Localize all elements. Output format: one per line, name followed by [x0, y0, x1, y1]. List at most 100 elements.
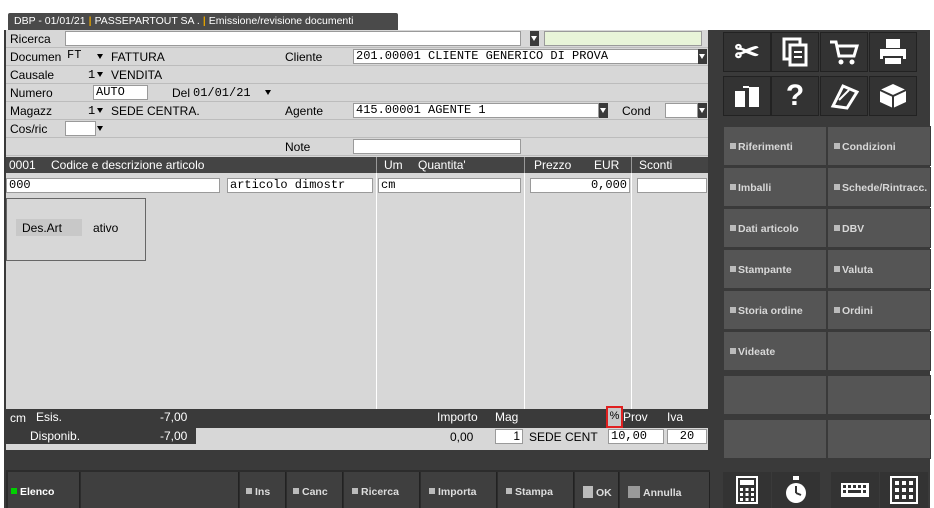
empty-side-slot	[827, 331, 931, 371]
status-iva-value[interactable]: 20	[667, 429, 707, 444]
status-mag-value[interactable]: 1	[495, 429, 523, 444]
empty-side-slot	[827, 419, 931, 459]
importa-label: Importa	[438, 486, 477, 498]
grid-column-line	[524, 173, 525, 409]
dbv-label: DBV	[842, 223, 865, 235]
row-code-input[interactable]: 000	[6, 178, 220, 193]
help-icon[interactable]: ?	[771, 76, 819, 116]
package-box-icon[interactable]	[869, 76, 917, 116]
ricerca-input[interactable]	[65, 31, 521, 46]
row-divider	[6, 83, 708, 84]
ricerca-dropdown-icon[interactable]	[530, 31, 539, 46]
valuta-button[interactable]: Valuta	[827, 249, 931, 289]
del-dropdown-icon[interactable]	[264, 85, 273, 100]
shopping-cart-icon[interactable]	[820, 32, 868, 72]
window-tab[interactable]: DBP - 01/01/21 | PASSEPARTOUT SA . | Emissio…	[8, 13, 398, 30]
importa-button[interactable]: Importa	[421, 472, 497, 508]
stampante-button[interactable]: Stampante	[723, 249, 827, 289]
cond-dropdown-icon[interactable]	[698, 103, 707, 118]
dbv-button[interactable]: DBV	[827, 208, 931, 248]
tab-date: DBP - 01/01/21	[14, 15, 86, 27]
agente-input[interactable]: 415.00001 AGENTE 1	[353, 103, 599, 118]
header-divider	[376, 157, 377, 173]
condizioni-label: Condizioni	[842, 141, 896, 153]
cond-input[interactable]	[665, 103, 698, 118]
calculator-icon[interactable]	[723, 472, 771, 508]
status-esis-value: -7,00	[160, 410, 188, 424]
documento-desc: FATTURA	[111, 50, 165, 64]
row-desc-input[interactable]: articolo dimostr	[227, 178, 373, 193]
canc-button[interactable]: Canc	[287, 472, 343, 508]
magazz-dropdown-icon[interactable]	[96, 103, 105, 118]
note-input[interactable]	[353, 139, 521, 154]
ordini-button[interactable]: Ordini	[827, 290, 931, 330]
cosric-input[interactable]	[65, 121, 96, 136]
status-iva-label: Iva	[667, 410, 684, 424]
empty-side-slot	[827, 375, 931, 415]
ok-button[interactable]: OK	[575, 472, 619, 508]
condizioni-button[interactable]: Condizioni	[827, 126, 931, 166]
documento-dropdown-icon[interactable]	[96, 49, 105, 64]
keyboard-icon[interactable]	[831, 472, 879, 508]
imballi-button[interactable]: Imballi	[723, 167, 827, 207]
ins-button[interactable]: Ins	[240, 472, 286, 508]
imballi-label: Imballi	[738, 182, 772, 194]
riferimenti-button[interactable]: Riferimenti	[723, 126, 827, 166]
numero-input[interactable]: AUTO	[93, 85, 148, 100]
ok-label: OK	[596, 487, 612, 499]
split-screen-icon[interactable]	[723, 76, 771, 116]
copy-document-icon[interactable]	[771, 32, 819, 72]
cosric-dropdown-icon[interactable]	[96, 121, 105, 136]
edit-pencil-icon[interactable]	[820, 76, 868, 116]
documento-code[interactable]: FT	[65, 49, 95, 64]
col-desc-header: Codice e descrizione articolo	[51, 158, 205, 172]
printer-icon[interactable]	[869, 32, 917, 72]
empty-side-slot	[723, 419, 827, 459]
row-divider	[6, 65, 708, 66]
storia-ordine-button[interactable]: Storia ordine	[723, 290, 827, 330]
annulla-button[interactable]: Annulla	[620, 472, 710, 508]
popup-value: ativo	[93, 221, 119, 235]
videate-button[interactable]: Videate	[723, 331, 827, 371]
ricerca-extra-field[interactable]	[544, 31, 702, 46]
stampa-label: Stampa	[515, 486, 553, 498]
del-date[interactable]: 01/01/21	[193, 86, 251, 100]
popup-label: Des.Art	[16, 219, 82, 236]
row-divider	[6, 137, 708, 138]
status-disp-label: Disponib.	[30, 429, 81, 443]
stampante-label: Stampante	[738, 264, 792, 276]
empty-toolbar-slot	[81, 472, 239, 508]
cond-label: Cond	[622, 104, 651, 118]
col-currency-header: EUR	[594, 158, 620, 172]
ins-label: Ins	[255, 486, 271, 498]
cliente-dropdown-icon[interactable]	[698, 49, 707, 64]
row-discount-input[interactable]	[637, 178, 707, 193]
stampa-button[interactable]: Stampa	[498, 472, 574, 508]
row-price-input[interactable]: 0,000	[530, 178, 630, 193]
cliente-input[interactable]: 201.00001 CLIENTE GENERICO DI PROVA	[353, 49, 699, 64]
dati-articolo-button[interactable]: Dati articolo	[723, 208, 827, 248]
elenco-button[interactable]: Elenco	[8, 472, 80, 508]
tab-company: PASSEPARTOUT SA .	[94, 15, 200, 27]
status-importo-value: 0,00	[450, 430, 474, 444]
percent-highlight[interactable]: %	[606, 406, 623, 428]
magazz-code[interactable]: 1	[88, 104, 95, 118]
tab-title: Emissione/revisione documenti	[208, 15, 354, 27]
valuta-label: Valuta	[842, 264, 873, 276]
causale-dropdown-icon[interactable]	[96, 67, 105, 82]
documento-label: Documen	[10, 50, 62, 64]
causale-code[interactable]: 1	[88, 68, 95, 82]
row-um-input[interactable]: cm	[378, 178, 521, 193]
riferimenti-label: Riferimenti	[738, 141, 793, 153]
schede-button[interactable]: Schede/Rintracc.	[827, 167, 931, 207]
ricerca-button[interactable]: Ricerca	[344, 472, 420, 508]
stopwatch-icon[interactable]	[772, 472, 820, 508]
status-prov-value[interactable]: 10,00	[608, 429, 664, 444]
numero-label: Numero	[10, 86, 53, 100]
grid-apps-icon[interactable]	[880, 472, 928, 508]
grid-column-line	[631, 173, 632, 409]
videate-label: Videate	[738, 346, 776, 358]
scissors-icon[interactable]: ✂	[723, 32, 771, 72]
status-um: cm	[10, 411, 26, 425]
agente-dropdown-icon[interactable]	[599, 103, 608, 118]
